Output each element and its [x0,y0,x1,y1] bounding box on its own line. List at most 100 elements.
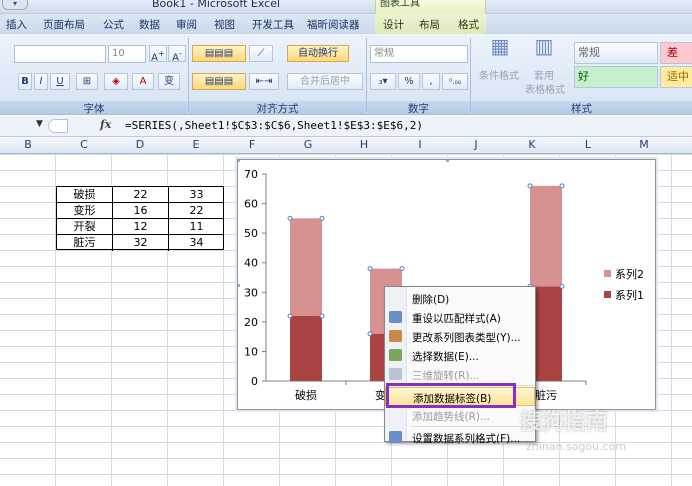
menu-item-6[interactable]: 添加趋势线(R)... [385,406,535,425]
tab-2[interactable]: 公式 [103,17,124,32]
chart-resize-handle [237,409,240,412]
column-header[interactable]: C [56,138,112,151]
chart-resize-handle [655,409,658,412]
menu-item-label: 更改系列图表类型(Y)... [412,332,521,344]
menu-item-0[interactable]: 删除(D) [385,289,535,308]
merge-center-button[interactable]: 合并后居中 [287,73,363,90]
reset-style-icon [389,311,402,323]
comma-button[interactable]: , [422,73,440,90]
value-cell[interactable]: 12 [113,219,169,235]
conditional-format-button[interactable]: 条件格式 [474,68,524,85]
name-box-dropdown-icon[interactable]: ▼ [36,119,43,129]
context-menu: 删除(D) 重设以匹配样式(A) 更改系列图表类型(Y)... 选择数据(E)... 三… [384,286,536,445]
font-name-combo[interactable] [14,45,106,63]
y-tick-label: 0 [251,375,258,388]
font-color-button[interactable]: A [132,73,154,90]
row-label-cell[interactable]: 脏污 [57,235,113,251]
chart-resize-handle [655,284,658,287]
x-tick-label: 破损 [295,388,317,402]
column-header[interactable]: N [672,138,692,151]
column-header[interactable]: M [616,138,672,151]
orientation-button[interactable]: ⟋ [249,45,273,62]
row-label-cell[interactable]: 破损 [57,187,113,203]
formula-input[interactable]: =SERIES(,Sheet1!$C$3:$C$6,Sheet1!$E$3:$E… [125,119,423,132]
y-tick-label: 60 [244,198,258,211]
indent-buttons[interactable]: ⇤⇥ [249,73,279,90]
value-cell[interactable]: 32 [113,235,169,251]
menu-item-1[interactable]: 重设以匹配样式(A) [385,308,535,327]
menu-item-4[interactable]: 三维旋转(R)... [385,365,535,384]
menu-item-7[interactable]: 设置数据系列格式(F)... [385,428,535,447]
conditional-format-icon[interactable]: ▦ [478,36,522,68]
value-cell[interactable]: 11 [169,219,224,235]
tab-4[interactable]: 审阅 [176,17,197,32]
align-horizontal-buttons[interactable]: ▤▤▤ [192,73,246,90]
fill-color-button[interactable]: ◈ [104,73,128,90]
tab-5[interactable]: 视图 [214,17,235,32]
tab-3[interactable]: 数据 [139,17,160,32]
shrink-font-button[interactable]: A- [168,45,186,63]
currency-button[interactable]: ₃▾ [370,73,396,90]
table-format-button[interactable]: 表格格式 [518,82,572,99]
tab-10[interactable]: 格式 [458,17,479,32]
number-format-combo[interactable]: 常规 [370,45,468,63]
column-header[interactable]: H [336,138,392,151]
tab-1[interactable]: 页面布局 [43,17,85,32]
style-neutral-label: 适中 [667,70,689,83]
decimal-buttons[interactable]: ⁰.₀₀ [442,73,468,90]
align-top-buttons[interactable]: ▤▤▤ [192,45,246,62]
underline-button[interactable]: U [50,73,70,90]
table-format-label: 表格格式 [525,85,565,96]
value-cell[interactable]: 16 [113,203,169,219]
style-neutral-cell[interactable]: 适中 [660,66,692,88]
menu-item-3[interactable]: 选择数据(E)... [385,346,535,365]
percent-button[interactable]: % [398,73,420,90]
name-box-cap[interactable] [48,119,68,133]
wrap-text-button[interactable]: 自动换行 [287,45,349,62]
value-cell[interactable]: 34 [169,235,224,251]
number-group-label: 数字 [367,101,470,115]
column-header[interactable]: J [448,138,504,151]
rotate-3d-icon [389,368,402,380]
percent-label: % [404,76,414,87]
value-cell[interactable]: 22 [169,203,224,219]
grow-font-button[interactable]: A+ [149,45,167,63]
row-label-cell[interactable]: 变形 [57,203,113,219]
column-header[interactable]: K [504,138,560,151]
font-size-combo[interactable]: 10 [108,45,146,63]
menu-item-2[interactable]: 更改系列图表类型(Y)... [385,327,535,346]
style-good-cell[interactable]: 好 [574,66,658,88]
tab-9[interactable]: 布局 [419,17,440,32]
table-format-icon[interactable]: ▥ [528,36,560,68]
tab-6[interactable]: 开发工具 [252,17,294,32]
column-header[interactable]: G [280,138,336,151]
column-header[interactable]: E [168,138,224,151]
tab-0[interactable]: 插入 [6,17,27,32]
selection-handle [287,215,293,221]
row-label-cell[interactable]: 开裂 [57,219,113,235]
column-header[interactable]: L [560,138,616,151]
value-cell[interactable]: 22 [113,187,169,203]
window-title: Book1 - Microsoft Excel [152,0,281,10]
selection-handle [367,266,373,272]
column-header[interactable]: F [224,138,280,151]
style-bad-cell[interactable]: 差 [660,42,692,64]
selection-handle [319,313,325,319]
phonetic-button[interactable]: 变 [158,73,180,90]
tab-7[interactable]: 福昕阅读器 [307,17,360,32]
insert-function-icon[interactable]: fx [100,118,111,131]
chart-resize-handle [446,159,449,162]
bar-series1 [290,315,322,381]
bold-button[interactable]: B [18,73,32,90]
value-cell[interactable]: 33 [169,187,224,203]
legend-swatch [604,270,611,277]
quick-access-icon[interactable]: ▾ [2,0,28,10]
conditional-format-label: 条件格式 [479,71,519,82]
italic-button[interactable]: I [34,73,48,90]
column-header[interactable]: I [392,138,448,151]
style-normal-cell[interactable]: 常规 [574,42,658,64]
tab-8[interactable]: 设计 [383,17,404,32]
border-button[interactable]: ⊞ [76,73,98,90]
column-header[interactable]: D [112,138,168,151]
column-header[interactable]: B [0,138,56,151]
